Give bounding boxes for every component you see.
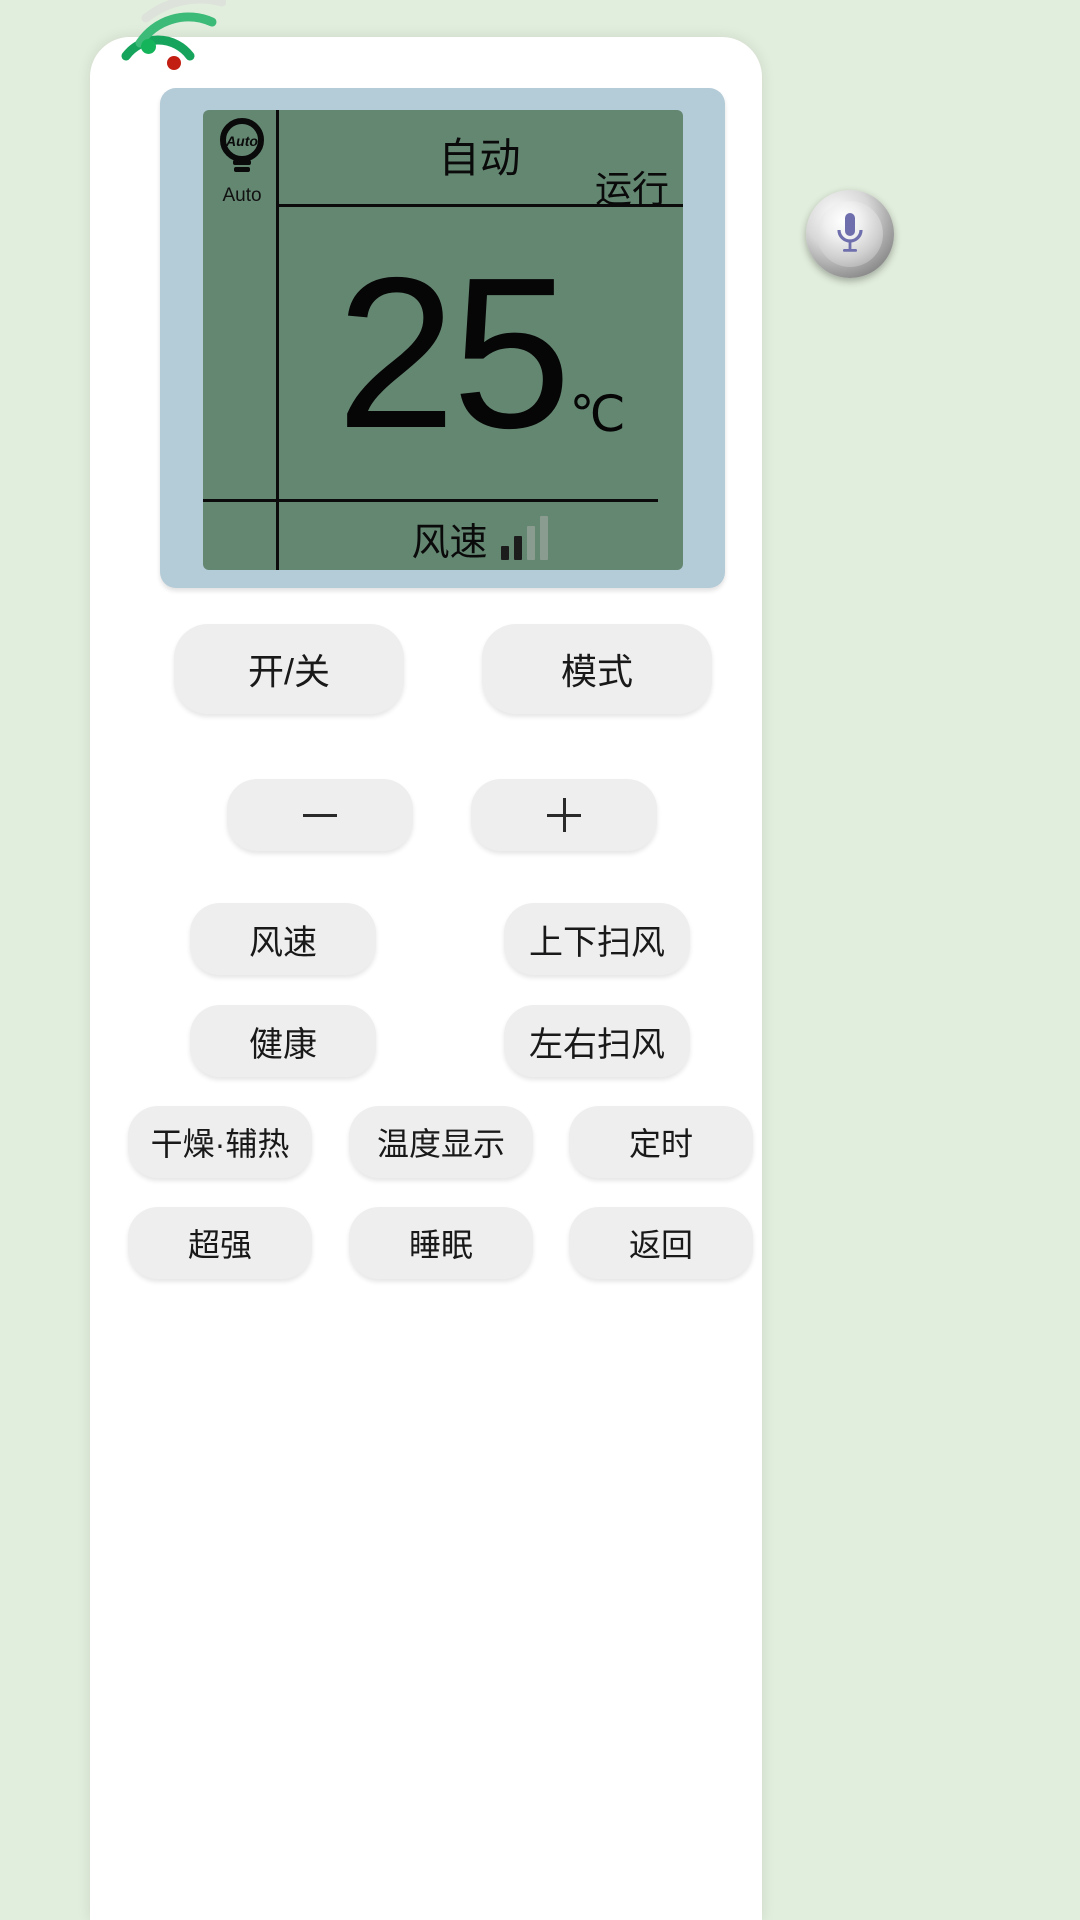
fan-speed-bars-icon xyxy=(501,516,548,560)
lcd-fan-speed-label: 风速 xyxy=(411,511,487,566)
power-button[interactable]: 开/关 xyxy=(174,624,404,714)
mic-button-inner xyxy=(817,201,883,267)
fan-speed-bar xyxy=(540,516,548,560)
lcd-temperature-unit: ℃ xyxy=(570,385,626,443)
microphone-icon xyxy=(835,211,865,257)
lcd-bezel: Auto Auto 自动 运行 25 ℃ 风速 xyxy=(160,88,725,588)
auto-bulb-icon: Auto xyxy=(214,116,270,178)
temperature-down-button[interactable] xyxy=(227,779,413,851)
mode-button[interactable]: 模式 xyxy=(482,624,712,714)
fan-speed-bar xyxy=(501,546,509,560)
auto-indicator-label: Auto xyxy=(209,185,275,207)
fan-speed-button[interactable]: 风速 xyxy=(190,903,376,975)
turbo-button[interactable]: 超强 xyxy=(128,1207,312,1279)
swing-leftright-button[interactable]: 左右扫风 xyxy=(504,1005,690,1077)
timer-button[interactable]: 定时 xyxy=(569,1106,753,1178)
remote-app-panel: Auto Auto 自动 运行 25 ℃ 风速 开/关 模式 xyxy=(90,37,762,1920)
svg-text:Auto: Auto xyxy=(225,133,258,149)
lcd-fan-speed-group: 风速 xyxy=(276,506,683,570)
voice-control-button[interactable] xyxy=(806,190,894,278)
dry-aux-heat-button[interactable]: 干燥·辅热 xyxy=(128,1106,312,1178)
minus-icon xyxy=(303,814,337,817)
plus-icon xyxy=(547,798,581,832)
lcd-run-status-text: 运行 xyxy=(595,159,669,213)
connection-status-dot xyxy=(141,39,156,54)
lcd-screen: Auto Auto 自动 运行 25 ℃ 风速 xyxy=(203,110,683,570)
health-button[interactable]: 健康 xyxy=(190,1005,376,1077)
lcd-horizontal-divider-bottom xyxy=(203,499,658,502)
lcd-temperature-value: 25 xyxy=(336,265,567,441)
auto-mode-indicator: Auto Auto xyxy=(209,116,275,207)
temperature-up-button[interactable] xyxy=(471,779,657,851)
swing-updown-button[interactable]: 上下扫风 xyxy=(504,903,690,975)
fan-speed-bar xyxy=(514,536,522,560)
fan-speed-bar xyxy=(527,526,535,560)
lcd-temperature-group: 25 ℃ xyxy=(279,208,683,499)
power-status-dot xyxy=(167,56,181,70)
temp-display-button[interactable]: 温度显示 xyxy=(349,1106,533,1178)
back-button[interactable]: 返回 xyxy=(569,1207,753,1279)
sleep-button[interactable]: 睡眠 xyxy=(349,1207,533,1279)
